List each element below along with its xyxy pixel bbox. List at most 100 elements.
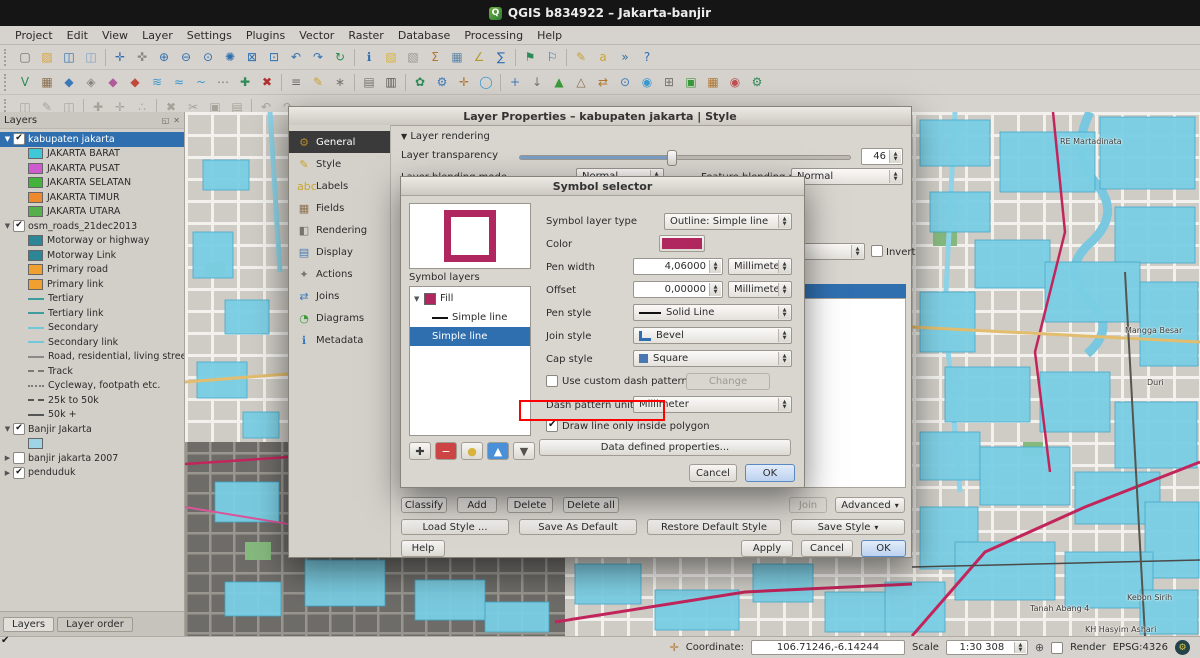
layer-tree-item[interactable]: ▶banjir jakarta 2007 — [0, 451, 184, 466]
menu-settings[interactable]: Settings — [180, 28, 239, 43]
layer-tree-item[interactable]: 25k to 50k — [0, 393, 184, 408]
plugin-manager-icon[interactable]: ⚙ — [747, 72, 767, 92]
layer-tree-item[interactable]: JAKARTA UTARA — [0, 205, 184, 220]
panel-float-button[interactable]: ◱ — [162, 116, 170, 125]
symbol-layer-item-simple-line-selected[interactable]: Simple line — [410, 327, 530, 346]
statistical-summary-icon[interactable]: ∑ — [491, 47, 511, 67]
pen-width-unit-dropdown[interactable]: Millimeter — [728, 258, 792, 275]
expander-icon[interactable]: ▼ — [2, 425, 13, 433]
classify-button[interactable]: Classify — [401, 497, 447, 513]
properties-tab-style[interactable]: ✎Style — [289, 153, 390, 175]
print-icon[interactable]: ▥ — [381, 72, 401, 92]
layer-tree-item[interactable]: Secondary — [0, 321, 184, 336]
spatial-query-icon[interactable]: ⊙ — [615, 72, 635, 92]
pen-width-spinbox[interactable]: 4,06000 — [633, 258, 723, 275]
menu-layer[interactable]: Layer — [135, 28, 180, 43]
add-postgis-layer-icon[interactable]: ◆ — [59, 72, 79, 92]
menu-help[interactable]: Help — [530, 28, 569, 43]
cap-style-dropdown[interactable]: Square — [633, 350, 792, 367]
delete-all-button[interactable]: Delete all — [563, 497, 619, 513]
identify-features-icon[interactable]: ℹ — [359, 47, 379, 67]
layer-tree-item[interactable]: ▼✔kabupaten jakarta — [0, 132, 184, 147]
apply-button[interactable]: Apply — [741, 540, 793, 557]
expander-icon[interactable]: ▶ — [2, 469, 13, 477]
crs-status-icon[interactable]: ⚙ — [1175, 640, 1190, 655]
layer-tree-item[interactable]: Tertiary link — [0, 306, 184, 321]
pan-to-selection-icon[interactable]: ✜ — [132, 47, 152, 67]
add-wfs-layer-icon[interactable]: ~ — [191, 72, 211, 92]
coordinate-input[interactable]: 106.71246,-6.14244 — [751, 640, 905, 655]
dxf-export-icon[interactable]: ↓ — [527, 72, 547, 92]
python-console-icon[interactable]: » — [615, 47, 635, 67]
zoom-full-icon[interactable]: ✺ — [220, 47, 240, 67]
zoom-native-icon[interactable]: ⊙ — [198, 47, 218, 67]
layer-tree-item[interactable]: Road, residential, living street, etc. — [0, 350, 184, 365]
save-as-default-button[interactable]: Save As Default — [519, 519, 637, 535]
delete-class-button[interactable]: Delete — [507, 497, 553, 513]
join-style-dropdown[interactable]: Bevel — [633, 327, 792, 344]
layer-tree-item[interactable]: JAKARTA SELATAN — [0, 176, 184, 191]
save-style-button[interactable]: Save Style ▾ — [791, 519, 905, 535]
new-project-icon[interactable]: ▢ — [15, 47, 35, 67]
scale-combobox[interactable]: 1:30 308 — [946, 640, 1028, 655]
interpolation-icon[interactable]: ▲ — [549, 72, 569, 92]
layer-tree-item[interactable]: JAKARTA BARAT — [0, 147, 184, 162]
spin-arrows-icon[interactable] — [709, 283, 721, 296]
menu-vector[interactable]: Vector — [292, 28, 341, 43]
transparency-slider-handle[interactable] — [667, 150, 677, 166]
select-by-expression-icon[interactable]: Σ — [425, 47, 445, 67]
properties-tab-joins[interactable]: ⇄Joins — [289, 285, 390, 307]
open-project-icon[interactable]: ▨ — [37, 47, 57, 67]
raster-calculator-icon[interactable]: ▦ — [703, 72, 723, 92]
road-graph-icon[interactable]: ⇄ — [593, 72, 613, 92]
add-symbol-layer-button[interactable]: ✚ — [409, 442, 431, 460]
color-button[interactable] — [659, 235, 705, 252]
zoom-last-icon[interactable]: ↶ — [286, 47, 306, 67]
layer-properties-icon[interactable]: ≡ — [286, 72, 306, 92]
layer-tree-item[interactable]: Motorway or highway — [0, 234, 184, 249]
layer-tree-item[interactable]: JAKARTA PUSAT — [0, 161, 184, 176]
remove-layer-icon[interactable]: ✖ — [257, 72, 277, 92]
topology-checker-icon[interactable]: ⊞ — [659, 72, 679, 92]
offset-spinbox[interactable]: 0,00000 — [633, 281, 723, 298]
symbol-cancel-button[interactable]: Cancel — [689, 464, 737, 482]
layer-tree-item[interactable]: Motorway Link — [0, 248, 184, 263]
layer-tree-item[interactable]: Cycleway, footpath etc. — [0, 379, 184, 394]
layer-tree-item[interactable]: Secondary link — [0, 335, 184, 350]
transparency-spinbox[interactable]: 46 — [861, 148, 903, 165]
web-plugin-icon[interactable]: ◉ — [637, 72, 657, 92]
new-shapefile-layer-icon[interactable]: ✚ — [235, 72, 255, 92]
zoom-to-selection-icon[interactable]: ⊠ — [242, 47, 262, 67]
symbol-selector-titlebar[interactable]: Symbol selector — [401, 177, 804, 196]
menu-project[interactable]: Project — [8, 28, 60, 43]
expander-icon[interactable]: ▼ — [2, 222, 13, 230]
panel-close-button[interactable]: ✕ — [173, 116, 180, 125]
zoom-in-icon[interactable]: ⊕ — [154, 47, 174, 67]
zonal-statistics-icon[interactable]: ▣ — [681, 72, 701, 92]
measure-icon[interactable]: ∠ — [469, 47, 489, 67]
add-mssql-layer-icon[interactable]: ◆ — [103, 72, 123, 92]
layer-tree-item[interactable]: Tertiary — [0, 292, 184, 307]
labeling-icon[interactable]: a — [593, 47, 613, 67]
data-defined-properties-button[interactable]: Data defined properties... — [539, 439, 791, 456]
ok-button[interactable]: OK — [861, 540, 906, 557]
layer-visibility-checkbox[interactable]: ✔ — [13, 220, 25, 232]
advanced-button[interactable]: Advanced ▾ — [835, 497, 905, 513]
add-vector-layer-icon[interactable]: V — [15, 72, 35, 92]
load-style-button[interactable]: Load Style ... — [401, 519, 509, 535]
save-project-icon[interactable]: ◫ — [59, 47, 79, 67]
add-wcs-layer-icon[interactable]: ≈ — [169, 72, 189, 92]
pen-style-dropdown[interactable]: Solid Line — [633, 304, 792, 321]
menu-database[interactable]: Database — [391, 28, 458, 43]
layer-rendering-group[interactable]: ▼ Layer rendering — [401, 131, 490, 142]
zoom-out-icon[interactable]: ⊖ — [176, 47, 196, 67]
add-class-button[interactable]: Add — [457, 497, 497, 513]
add-wms-layer-icon[interactable]: ≋ — [147, 72, 167, 92]
properties-tab-fields[interactable]: ▦Fields — [289, 197, 390, 219]
add-spatialite-layer-icon[interactable]: ◈ — [81, 72, 101, 92]
collapse-arrow-icon[interactable]: ▼ — [401, 132, 407, 141]
annotation-icon[interactable]: ✎ — [571, 47, 591, 67]
move-symbol-layer-down-button[interactable]: ▼ — [513, 442, 535, 460]
lock-symbol-color-button[interactable]: ● — [461, 442, 483, 460]
layer-tree-item[interactable] — [0, 437, 184, 452]
